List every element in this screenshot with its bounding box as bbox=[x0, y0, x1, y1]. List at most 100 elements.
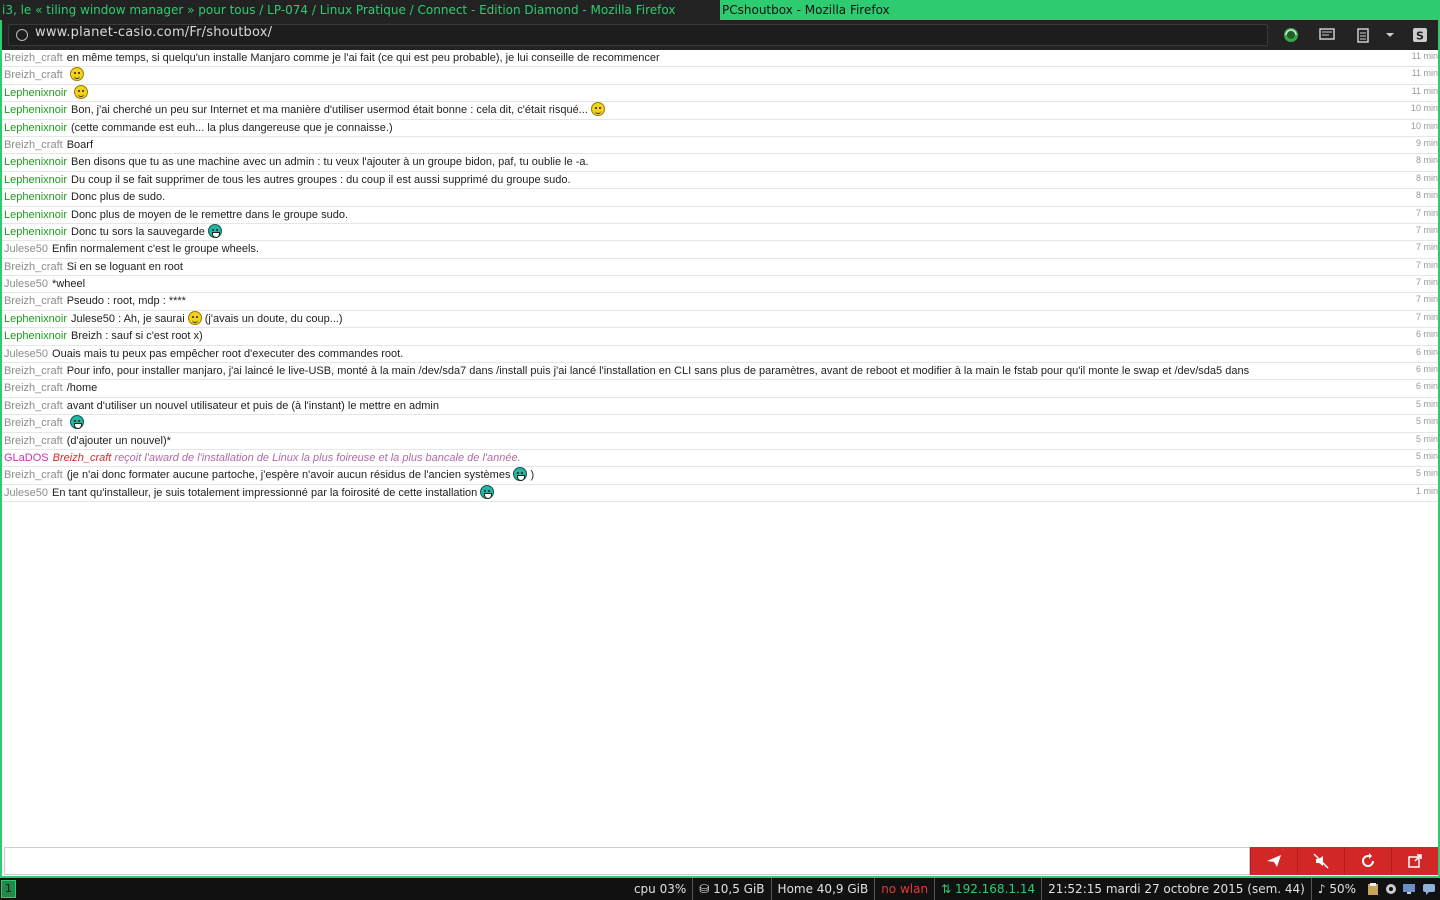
status-wlan: no wlan bbox=[875, 878, 936, 900]
message-author[interactable]: Lephenixnoir bbox=[4, 122, 67, 134]
i3-status-bar: 1 cpu 03% ⛁ 10,5 GiB Home 40,9 GiB no wl… bbox=[0, 878, 1440, 900]
addon-green-icon[interactable] bbox=[1281, 25, 1301, 45]
message-text: Pour info, pour installer manjaro, j'ai … bbox=[66, 365, 1250, 378]
message-author[interactable]: Lephenixnoir bbox=[4, 313, 67, 325]
window-tab-linux-pratique[interactable]: i3, le « tiling window manager » pour to… bbox=[0, 0, 720, 20]
url-text[interactable]: www.planet-casio.com/Fr/shoutbox/ bbox=[35, 25, 272, 45]
message-text: Ouais mais tu peux pas empêcher root d'e… bbox=[52, 347, 404, 360]
send-button[interactable] bbox=[1250, 847, 1297, 875]
send-icon bbox=[1267, 855, 1281, 867]
mute-button[interactable] bbox=[1297, 847, 1344, 875]
chat-message: Julese50 *wheel 7 min bbox=[2, 276, 1438, 294]
message-text: Donc plus de moyen de le remettre dans l… bbox=[71, 208, 348, 221]
reader-icon[interactable] bbox=[1317, 25, 1337, 45]
message-text: avant d'utiliser un nouvel utilisateur e… bbox=[66, 399, 439, 412]
message-author[interactable]: Breizh_craft bbox=[4, 295, 63, 307]
message-author[interactable]: Breizh_craft bbox=[4, 365, 63, 377]
message-author[interactable]: Breizh_craft bbox=[4, 69, 63, 81]
message-text: Bon, j'ai cherché un peu sur Internet et… bbox=[71, 104, 588, 117]
message-time: 7 min bbox=[1415, 259, 1438, 270]
chat-message: Breizh_craft Pseudo : root, mdp : **** 7 m… bbox=[2, 293, 1438, 311]
chat-message: Lephenixnoir Donc tu sors la sauvegarde 7 … bbox=[2, 223, 1438, 242]
message-author[interactable]: Julese50 bbox=[4, 487, 48, 499]
message-text: Donc tu sors la sauvegarde bbox=[71, 225, 205, 238]
message-time: 6 min bbox=[1415, 346, 1438, 357]
refresh-icon bbox=[1362, 853, 1374, 867]
message-text: Donc plus de sudo. bbox=[71, 191, 166, 204]
message-author[interactable]: Breizh_craft bbox=[4, 469, 63, 481]
chat-message: Breizh_craft avant d'utiliser un nouvel u… bbox=[2, 398, 1438, 416]
message-text: Du coup il se fait supprimer de tous les… bbox=[71, 173, 571, 186]
message-author[interactable]: Breizh_craft bbox=[4, 382, 63, 394]
message-author[interactable]: Julese50 bbox=[4, 243, 48, 255]
message-time: 5 min bbox=[1415, 450, 1438, 461]
gear-tray-icon[interactable] bbox=[1384, 882, 1398, 896]
message-text: (je n'ai donc formater aucune partoche, … bbox=[66, 469, 511, 482]
status-datetime: 21:52:15 mardi 27 octobre 2015 (sem. 44) bbox=[1042, 878, 1312, 900]
message-text: Pseudo : root, mdp : **** bbox=[66, 295, 186, 308]
message-author[interactable]: Lephenixnoir bbox=[4, 226, 67, 238]
message-time: 6 min bbox=[1415, 381, 1438, 392]
external-link-button[interactable] bbox=[1391, 847, 1438, 875]
refresh-button[interactable] bbox=[1344, 847, 1391, 875]
message-author[interactable]: Breizh_craft bbox=[4, 400, 63, 412]
message-author[interactable]: Lephenixnoir bbox=[4, 87, 67, 99]
message-author[interactable]: Breizh_craft bbox=[4, 261, 63, 273]
chat-message: Lephenixnoir Donc plus de moyen de le rem… bbox=[2, 207, 1438, 224]
message-text: (d'ajouter un nouvel)* bbox=[66, 434, 171, 447]
message-author[interactable]: Breizh_craft bbox=[4, 139, 63, 151]
message-input[interactable] bbox=[4, 847, 1250, 875]
message-text-after: (j'avais un doute, du coup...) bbox=[204, 312, 343, 325]
chat-message: Lephenixnoir Ben disons que tu as une mac… bbox=[2, 154, 1438, 172]
network-tray-icon[interactable] bbox=[1402, 882, 1418, 896]
s-icon[interactable]: S bbox=[1410, 25, 1430, 45]
message-time: 6 min bbox=[1415, 329, 1438, 340]
message-author[interactable]: Julese50 bbox=[4, 348, 48, 360]
message-author[interactable]: Breizh_craft bbox=[4, 52, 63, 64]
chat-tray-icon[interactable] bbox=[1422, 882, 1436, 896]
message-author[interactable]: Lephenixnoir bbox=[4, 191, 67, 203]
message-text: (cette commande est euh... la plus dange… bbox=[71, 121, 393, 134]
message-author[interactable]: Lephenixnoir bbox=[4, 209, 67, 221]
smile-smiley-icon bbox=[590, 102, 605, 117]
message-time: 9 min bbox=[1415, 137, 1438, 148]
message-time: 7 min bbox=[1415, 277, 1438, 288]
message-time: 8 min bbox=[1415, 190, 1438, 201]
message-author[interactable]: Julese50 bbox=[4, 278, 48, 290]
message-author[interactable]: Lephenixnoir bbox=[4, 330, 67, 342]
message-author[interactable]: GLaDOS bbox=[4, 452, 49, 464]
window-tab-pcshoutbox[interactable]: PCshoutbox - Mozilla Firefox bbox=[720, 0, 1440, 20]
message-text: /home bbox=[66, 382, 98, 395]
dropdown-arrow-icon[interactable] bbox=[1380, 25, 1400, 45]
message-author[interactable]: Lephenixnoir bbox=[4, 174, 67, 186]
message-time: 11 min bbox=[1411, 85, 1438, 96]
clipboard-tray-icon[interactable] bbox=[1366, 882, 1380, 896]
chat-message: Julese50 Enfin normalement c'est le group… bbox=[2, 241, 1438, 259]
chat-message: GLaDOS Breizh_craft reçoit l'award de l'i… bbox=[2, 450, 1438, 468]
message-author[interactable]: Lephenixnoir bbox=[4, 156, 67, 168]
message-author[interactable]: Breizh_craft bbox=[4, 417, 63, 429]
message-text: Breizh_craft reçoit l'award de l'install… bbox=[53, 452, 521, 464]
window-title-bar: i3, le « tiling window manager » pour to… bbox=[0, 0, 1440, 20]
message-time: 8 min bbox=[1415, 155, 1438, 166]
smile-smiley-icon bbox=[69, 67, 84, 82]
site-identity-icon[interactable] bbox=[16, 29, 28, 41]
message-author[interactable]: Lephenixnoir bbox=[4, 104, 67, 116]
url-bar[interactable]: www.planet-casio.com/Fr/shoutbox/ bbox=[8, 24, 1268, 46]
message-time: 5 min bbox=[1415, 468, 1438, 479]
message-time: 7 min bbox=[1415, 311, 1438, 322]
chat-message: Breizh_craft 5 min bbox=[2, 415, 1438, 433]
workspace-button-1[interactable]: 1 bbox=[1, 880, 16, 898]
message-author[interactable]: Breizh_craft bbox=[4, 435, 63, 447]
message-text: En tant qu'installeur, je suis totalemen… bbox=[52, 486, 478, 499]
grin-smiley-icon bbox=[207, 223, 222, 238]
clipboard-icon[interactable] bbox=[1353, 25, 1373, 45]
external-link-icon bbox=[1408, 854, 1422, 868]
message-time: 5 min bbox=[1415, 433, 1438, 444]
grin-smiley-icon bbox=[480, 484, 495, 499]
chat-message: Breizh_craft (d'ajouter un nouvel)* 5 min bbox=[2, 433, 1438, 450]
shoutbox-messages: Breizh_craft en même temps, si quelqu'un … bbox=[2, 50, 1438, 503]
message-text: Breizh : sauf si c'est root x) bbox=[71, 330, 203, 343]
chat-message: Lephenixnoir Donc plus de sudo. 8 min bbox=[2, 189, 1438, 207]
chat-message: Julese50 Ouais mais tu peux pas empêcher … bbox=[2, 346, 1438, 364]
